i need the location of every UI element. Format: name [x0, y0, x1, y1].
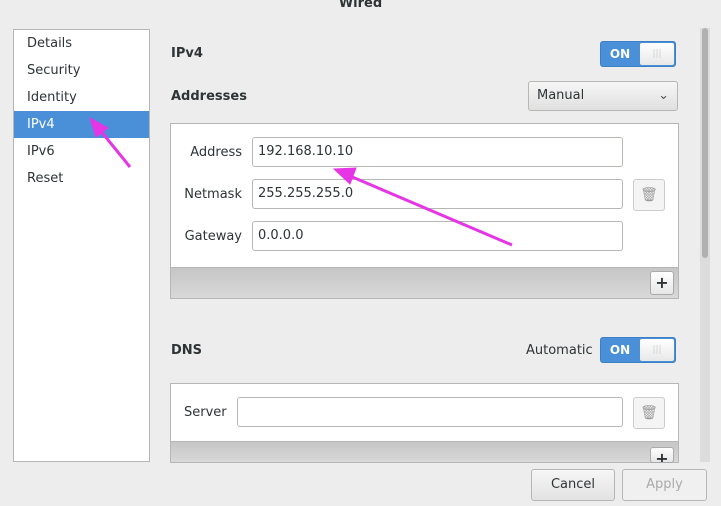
annotation-arrows — [89, 116, 513, 247]
arrow-to-address-line — [349, 174, 513, 247]
arrow-to-ipv4-head — [89, 116, 109, 138]
arrow-to-address-head — [332, 167, 357, 185]
arrow-to-ipv4-line — [98, 129, 132, 168]
